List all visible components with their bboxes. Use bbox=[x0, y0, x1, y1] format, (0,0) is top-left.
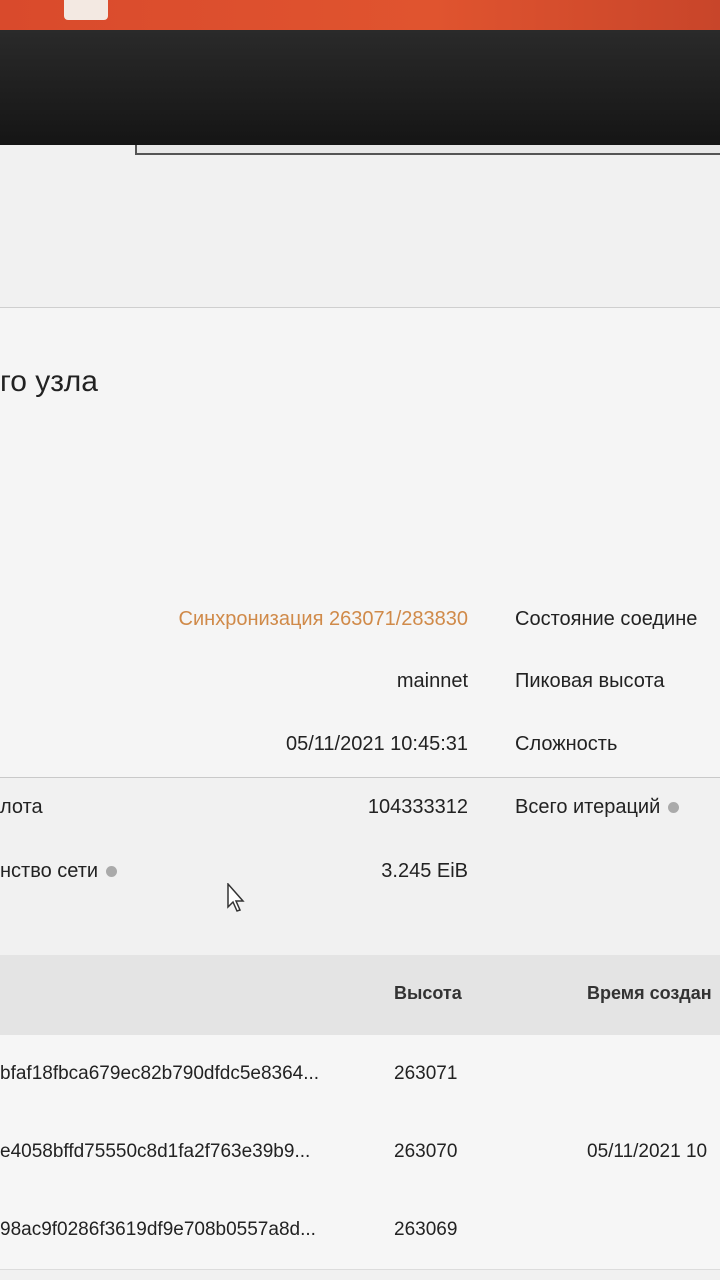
sync-status-value: Синхронизация 263071/283830 bbox=[178, 608, 468, 630]
card-title: го узла bbox=[0, 365, 98, 398]
network-space-text: нство сети bbox=[0, 860, 99, 882]
header-bar-edge bbox=[135, 145, 720, 155]
network-space-value: 3.245 EiB bbox=[381, 860, 468, 882]
table-row[interactable]: bfaf18fbca679ec82b790dfdc5e8364... 26307… bbox=[0, 1035, 720, 1114]
block-hash[interactable]: 98ac9f0286f3619df9e708b0557a8d... bbox=[0, 1219, 316, 1241]
network-value: mainnet bbox=[396, 670, 468, 692]
peak-height-label: Пиковая высота bbox=[515, 670, 665, 692]
time-column-header[interactable]: Время создан bbox=[587, 983, 712, 1004]
card-divider bbox=[0, 777, 720, 778]
info-icon[interactable] bbox=[106, 866, 118, 878]
mouse-cursor-icon bbox=[227, 883, 245, 912]
blocks-table-header: Высота Время создан bbox=[0, 955, 720, 1035]
slot-label: лота bbox=[0, 796, 43, 818]
block-height: 263069 bbox=[394, 1219, 458, 1240]
monitor-bezel-top bbox=[0, 0, 720, 30]
block-hash[interactable]: e4058bffd75550c8d1fa2f763e39b9... bbox=[0, 1141, 310, 1163]
info-icon[interactable] bbox=[668, 802, 680, 814]
block-time: 05/11/2021 10 bbox=[587, 1141, 708, 1162]
app-screen: го узла Синхронизация 263071/283830 Сост… bbox=[0, 145, 720, 1280]
network-space-label: нство сети bbox=[0, 860, 118, 883]
table-row[interactable]: 98ac9f0286f3619df9e708b0557a8d... 263069 bbox=[0, 1191, 720, 1270]
height-column-header[interactable]: Высота bbox=[394, 983, 462, 1004]
block-hash[interactable]: bfaf18fbca679ec82b790dfdc5e8364... bbox=[0, 1063, 319, 1085]
difficulty-label: Сложность bbox=[515, 733, 618, 755]
connection-status-label: Состояние соедине bbox=[515, 608, 698, 630]
block-height: 263071 bbox=[394, 1063, 458, 1084]
app-icon bbox=[64, 0, 108, 20]
full-node-status-card: го узла Синхронизация 263071/283830 Сост… bbox=[0, 308, 720, 882]
peak-time-value: 05/11/2021 10:45:31 bbox=[285, 733, 468, 755]
table-row[interactable]: e4058bffd75550c8d1fa2f763e39b9... 263070… bbox=[0, 1113, 720, 1192]
total-iterations-label: Всего итераций bbox=[515, 796, 680, 819]
slot-value: 104333312 bbox=[367, 796, 468, 818]
monitor-bezel bbox=[0, 30, 720, 145]
block-height: 263070 bbox=[394, 1141, 458, 1162]
total-iterations-text: Всего итераций bbox=[515, 796, 661, 818]
